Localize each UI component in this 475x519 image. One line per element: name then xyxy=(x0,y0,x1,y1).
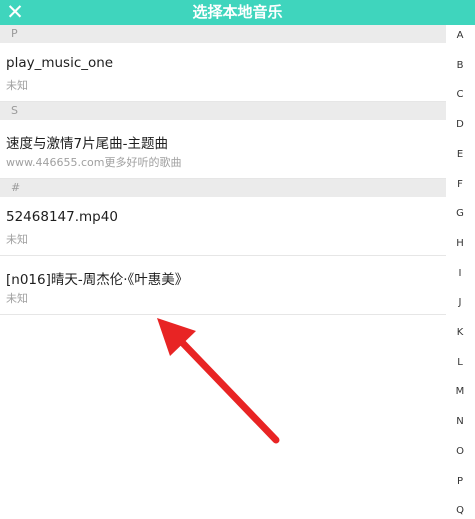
index-letter-m[interactable]: M xyxy=(445,386,475,398)
index-letter-n[interactable]: N xyxy=(445,416,475,428)
list-item[interactable]: 速度与激情7片尾曲-主题曲 www.446655.com更多好听的歌曲 xyxy=(0,120,446,179)
index-letter-a[interactable]: A xyxy=(445,30,475,42)
section-header-s: S xyxy=(0,102,446,120)
annotation-arrow-shaft xyxy=(172,332,280,444)
alphabet-index-bar[interactable]: A B C D E F G H I J K L M N O P Q xyxy=(445,25,475,519)
music-list: P play_music_one 未知 S 速度与激情7片尾曲-主题曲 www.… xyxy=(0,25,446,315)
index-letter-p[interactable]: P xyxy=(445,476,475,488)
song-artist: 未知 xyxy=(6,233,28,246)
list-item[interactable]: play_music_one 未知 xyxy=(0,43,446,102)
index-letter-k[interactable]: K xyxy=(445,327,475,339)
page-title: 选择本地音乐 xyxy=(192,3,283,21)
list-item[interactable]: 52468147.mp40 未知 xyxy=(0,197,446,256)
index-letter-l[interactable]: L xyxy=(445,357,475,369)
index-letter-b[interactable]: B xyxy=(445,60,475,72)
section-header-p: P xyxy=(0,25,446,43)
close-icon[interactable]: ✕ xyxy=(4,1,26,23)
index-letter-j[interactable]: J xyxy=(445,297,475,309)
index-letter-q[interactable]: Q xyxy=(445,505,475,517)
index-letter-h[interactable]: H xyxy=(445,238,475,250)
song-title: play_music_one xyxy=(6,55,114,71)
index-letter-i[interactable]: I xyxy=(445,268,475,280)
song-title: 52468147.mp40 xyxy=(6,209,118,225)
annotation-arrowhead xyxy=(157,318,196,356)
index-letter-c[interactable]: C xyxy=(445,89,475,101)
title-bar: ✕ 选择本地音乐 xyxy=(0,0,475,25)
index-letter-e[interactable]: E xyxy=(445,149,475,161)
section-header-hash: # xyxy=(0,179,446,197)
index-letter-g[interactable]: G xyxy=(445,208,475,220)
index-letter-d[interactable]: D xyxy=(445,119,475,131)
song-title: [n016]晴天-周杰伦·《叶惠美》 xyxy=(6,272,189,288)
song-title: 速度与激情7片尾曲-主题曲 xyxy=(6,136,168,152)
song-artist: www.446655.com更多好听的歌曲 xyxy=(6,156,182,169)
index-letter-f[interactable]: F xyxy=(445,179,475,191)
index-letter-o[interactable]: O xyxy=(445,446,475,458)
song-artist: 未知 xyxy=(6,79,28,92)
list-item[interactable]: [n016]晴天-周杰伦·《叶惠美》 未知 xyxy=(0,256,446,315)
song-artist: 未知 xyxy=(6,292,28,305)
